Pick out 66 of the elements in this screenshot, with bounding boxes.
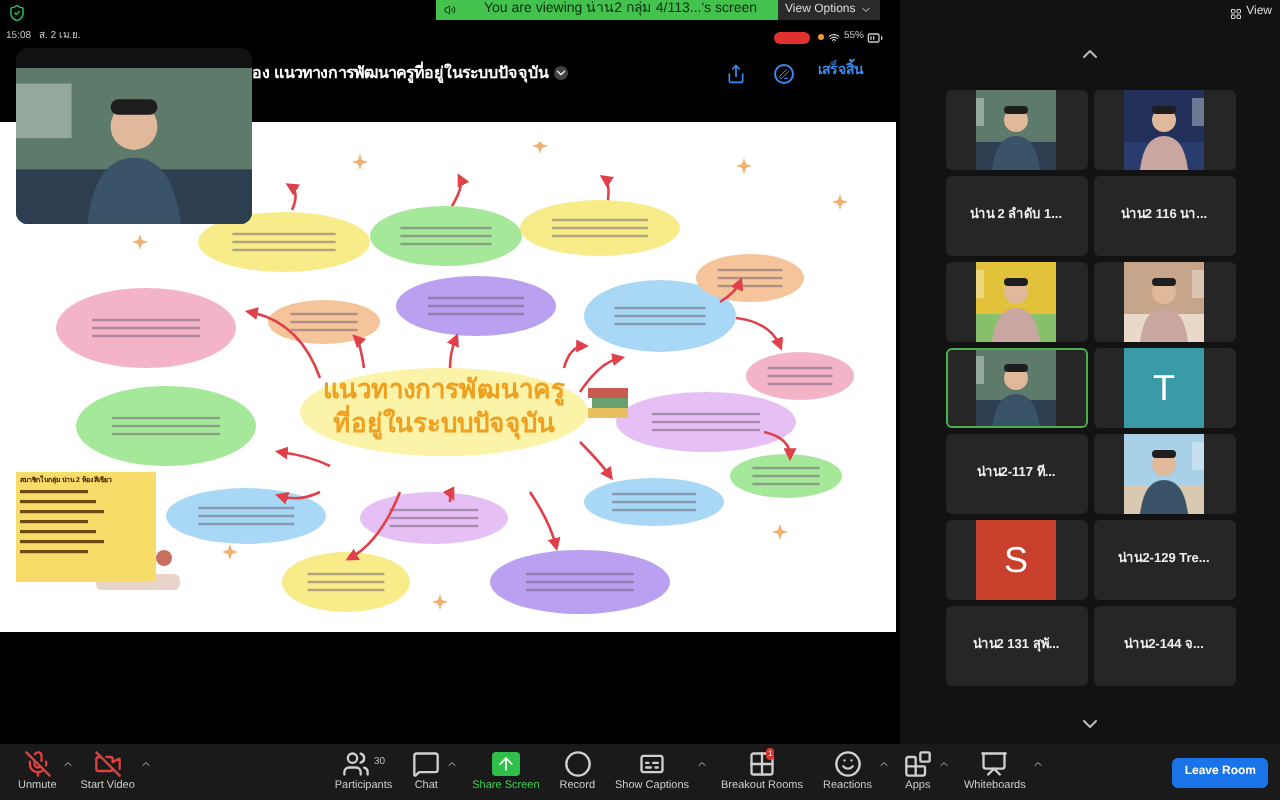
chat-icon: [412, 749, 441, 778]
avatar: T: [1124, 348, 1204, 428]
arrow: [528, 491, 561, 551]
captions-icon: [638, 749, 667, 778]
record-icon: [563, 749, 592, 778]
participant-tile[interactable]: [945, 348, 1087, 428]
markup-icon[interactable]: [774, 63, 794, 83]
arrow: [345, 491, 402, 561]
arrow: [285, 183, 301, 211]
video-off-icon: [93, 749, 122, 778]
arrow: [352, 333, 366, 369]
participant-tile[interactable]: [945, 262, 1087, 342]
arrow: [447, 333, 460, 369]
caret-icon[interactable]: [877, 757, 890, 770]
avatar: S: [976, 520, 1056, 600]
wifi-icon: [827, 31, 840, 43]
participant-tile[interactable]: [1093, 262, 1235, 342]
caret-icon[interactable]: [140, 757, 153, 770]
arrow: [579, 441, 614, 481]
arrow: [450, 173, 469, 207]
idea-bubble: [584, 478, 724, 526]
sparkle-icon: [772, 524, 788, 540]
arrow: [442, 486, 455, 503]
caret-icon[interactable]: [937, 757, 950, 770]
people-icon: [341, 749, 370, 778]
apps-icon: [903, 749, 932, 778]
arrow: [599, 174, 615, 201]
sparkle-icon: [432, 594, 448, 610]
idea-bubble: [282, 552, 410, 612]
muted-mic-icon: [23, 749, 52, 778]
sparkle-icon: [352, 154, 368, 170]
participant-tile[interactable]: [945, 90, 1087, 170]
share-icon[interactable]: [726, 63, 746, 83]
speaker-icon: [444, 4, 456, 16]
arrow: [719, 277, 743, 304]
participant-tile[interactable]: [1093, 90, 1235, 170]
shared-file-title: อง แนวทางการพัฒนาครูที่อยู่ในระบบปัจจุบัน: [252, 61, 549, 85]
arrow: [275, 490, 321, 505]
participant-tile[interactable]: [1093, 434, 1235, 514]
arrow: [244, 307, 322, 379]
caret-icon[interactable]: [1031, 757, 1044, 770]
idea-bubble: [268, 300, 380, 344]
chevron-down-icon[interactable]: [554, 66, 569, 80]
shield-icon: [8, 4, 26, 22]
whiteboard-icon: [980, 749, 1009, 778]
share-screen-icon: [491, 751, 520, 776]
slide-title: ที่อยู่ในระบบปัจจุบัน: [333, 406, 555, 440]
caret-icon[interactable]: [695, 757, 708, 770]
participant-tile[interactable]: S: [945, 520, 1087, 600]
arrow: [735, 316, 783, 351]
sparkle-icon: [222, 544, 238, 560]
caret-icon[interactable]: [446, 757, 459, 770]
caret-icon[interactable]: [62, 757, 75, 770]
sparkle-icon: [736, 158, 752, 174]
arrow: [274, 446, 331, 468]
rooms-icon: [748, 749, 776, 778]
battery-icon: [866, 29, 884, 45]
sparkle-icon: [532, 142, 548, 154]
arrow: [763, 430, 796, 462]
smile-icon: [833, 749, 862, 778]
slide-title: แนวทางการพัฒนาครู: [323, 372, 565, 406]
chevron-down-icon: [859, 4, 872, 16]
sparkle-icon: [132, 234, 148, 250]
grid-icon: [1230, 7, 1243, 19]
sparkle-icon: [832, 194, 848, 210]
books-icon: [588, 388, 628, 418]
